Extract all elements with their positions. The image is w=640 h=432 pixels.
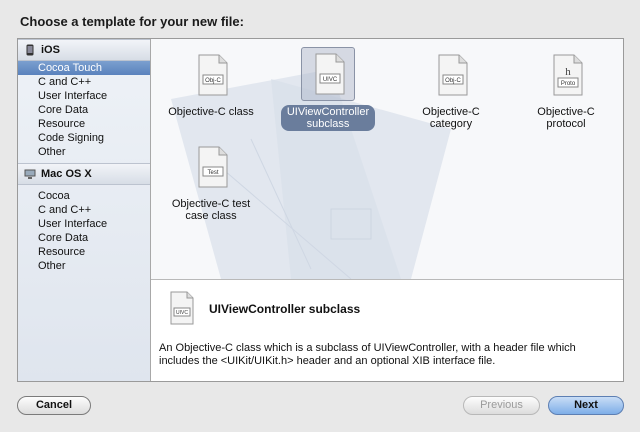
template-chooser: iOS Cocoa Touch C and C++ User Interface… bbox=[17, 38, 624, 382]
description-title: UIViewController subclass bbox=[209, 302, 361, 316]
template-objective-c-category[interactable]: Obj-C Objective-C category bbox=[401, 51, 501, 131]
template-label: Objective-C category bbox=[422, 106, 480, 130]
sidebar-item-resource[interactable]: Resource bbox=[18, 117, 150, 131]
sidebar: iOS Cocoa Touch C and C++ User Interface… bbox=[18, 39, 151, 381]
template-badge: Proto bbox=[561, 81, 576, 87]
sidebar-item-user-interface[interactable]: User Interface bbox=[18, 217, 150, 231]
file-icon: Obj-C bbox=[187, 51, 235, 99]
sidebar-item-cocoa[interactable]: Cocoa bbox=[18, 189, 150, 203]
template-label: Objective-C test case class bbox=[171, 198, 251, 222]
cancel-button[interactable]: Cancel bbox=[17, 396, 91, 415]
sidebar-section-label: Mac OS X bbox=[41, 168, 92, 180]
template-label: Objective-C class bbox=[168, 106, 254, 118]
template-label: UIViewController subclass bbox=[280, 105, 376, 131]
file-icon: Obj-C bbox=[427, 51, 475, 99]
description-badge: UIVC bbox=[176, 310, 188, 316]
file-icon: UIVC bbox=[301, 47, 355, 101]
sidebar-item-cocoa-touch[interactable]: Cocoa Touch bbox=[18, 61, 150, 75]
description-text: An Objective-C class which is a subclass… bbox=[159, 342, 576, 367]
dialog-title: Choose a template for your new file: bbox=[20, 14, 244, 29]
sidebar-section-label: iOS bbox=[41, 44, 60, 56]
iphone-icon bbox=[24, 44, 36, 57]
template-description: UIVC UIViewController subclass An Object… bbox=[151, 279, 623, 381]
sidebar-section-ios[interactable]: iOS bbox=[18, 39, 150, 61]
sidebar-item-user-interface[interactable]: User Interface bbox=[18, 89, 150, 103]
sidebar-item-other[interactable]: Other bbox=[18, 259, 150, 273]
template-badge: Obj-C bbox=[445, 78, 461, 84]
template-objective-c-class[interactable]: Obj-C Objective-C class bbox=[161, 51, 261, 119]
mac-icon bbox=[24, 168, 36, 181]
template-objective-c-protocol[interactable]: h Proto Objective-C protocol bbox=[511, 51, 621, 131]
file-icon: UIVC bbox=[165, 290, 199, 326]
file-icon: h Proto bbox=[542, 51, 590, 99]
next-button[interactable]: Next bbox=[548, 396, 624, 415]
sidebar-item-c-and-cpp[interactable]: C and C++ bbox=[18, 75, 150, 89]
sidebar-section-mac-os-x[interactable]: Mac OS X bbox=[18, 163, 150, 185]
template-grid: Obj-C Objective-C class UIVC UIViewContr… bbox=[151, 39, 623, 279]
sidebar-item-core-data[interactable]: Core Data bbox=[18, 103, 150, 117]
sidebar-item-code-signing[interactable]: Code Signing bbox=[18, 131, 150, 145]
sidebar-item-core-data[interactable]: Core Data bbox=[18, 231, 150, 245]
template-uiviewcontroller-subclass[interactable]: UIVC UIViewController subclass bbox=[273, 47, 383, 131]
previous-button[interactable]: Previous bbox=[463, 396, 540, 415]
template-objective-c-test-case-class[interactable]: Test Objective-C test case class bbox=[161, 143, 261, 223]
template-glyph: h bbox=[565, 66, 571, 78]
sidebar-item-other[interactable]: Other bbox=[18, 145, 150, 159]
template-badge: Test bbox=[207, 170, 218, 176]
template-label: Objective-C protocol bbox=[537, 106, 595, 130]
file-icon: Test bbox=[187, 143, 235, 191]
template-badge: Obj-C bbox=[205, 78, 221, 84]
sidebar-item-resource[interactable]: Resource bbox=[18, 245, 150, 259]
template-badge: UIVC bbox=[323, 77, 338, 83]
sidebar-item-c-and-cpp[interactable]: C and C++ bbox=[18, 203, 150, 217]
